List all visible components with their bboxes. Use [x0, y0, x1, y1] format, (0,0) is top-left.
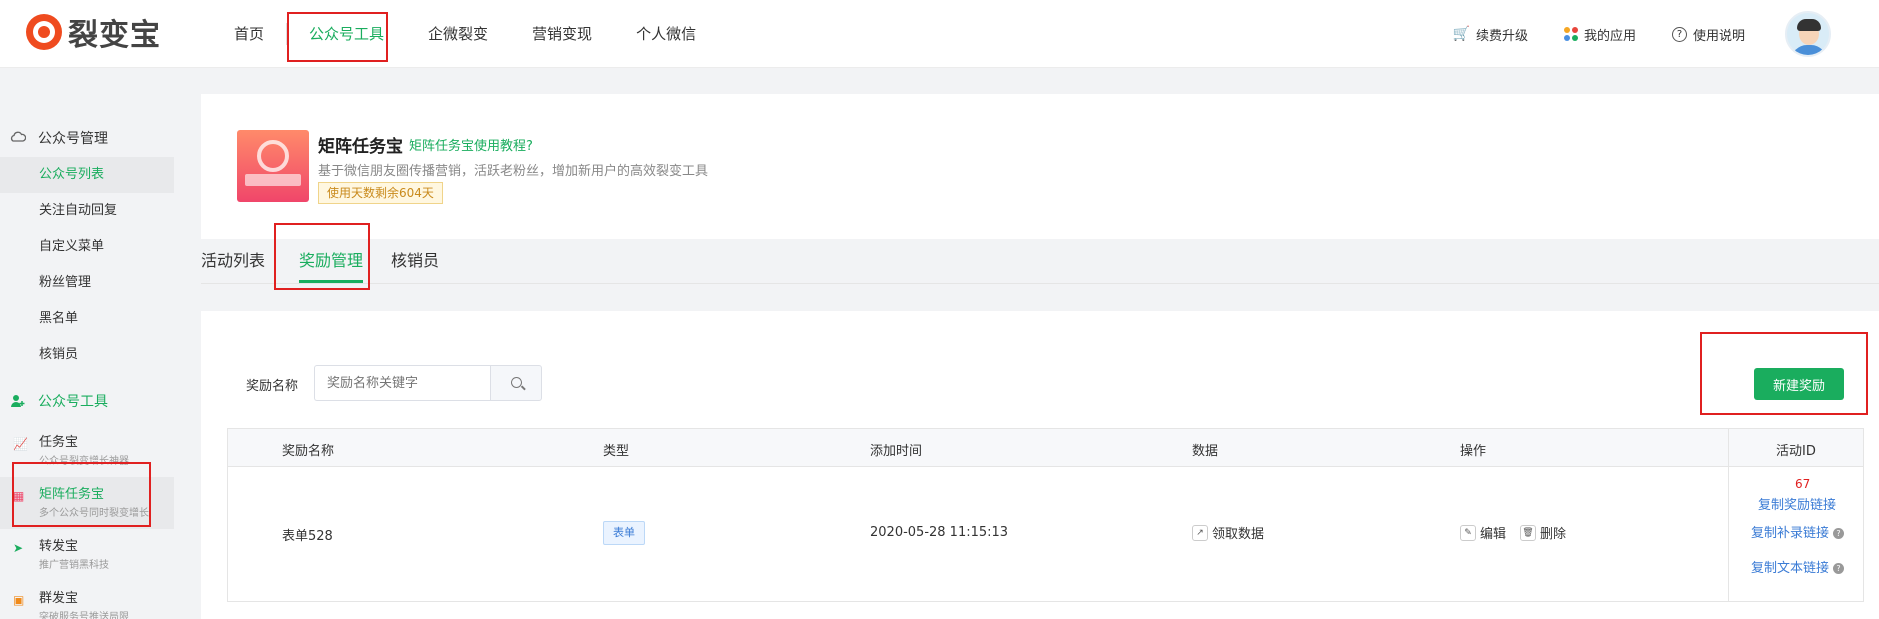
view-data-button[interactable]: ↗ 领取数据 — [1192, 523, 1264, 542]
nav-personal-wechat[interactable]: 个人微信 — [614, 15, 718, 53]
brand-name: 裂变宝 — [68, 18, 161, 53]
sidebar-tool-broadcast[interactable]: ▣ 群发宝 突破服务号推送局限 — [0, 581, 174, 619]
search-button[interactable] — [490, 365, 542, 401]
filter-label: 奖励名称 — [246, 379, 299, 394]
sidebar-group-label: 公众号工具 — [38, 394, 108, 410]
sidebar-group-label: 公众号管理 — [38, 131, 108, 147]
highlight-box-new-button — [1700, 332, 1868, 415]
copy-text-link[interactable]: 复制文本链接? — [1751, 557, 1845, 576]
app-description: 基于微信朋友圈传播营销，活跃老粉丝，增加新用户的高效裂变工具 — [318, 164, 709, 179]
copy-supplement-label: 复制补录链接 — [1751, 526, 1830, 541]
edit-button[interactable]: ✎ 编辑 — [1460, 523, 1506, 542]
column-divider — [1728, 429, 1729, 601]
avatar[interactable] — [1785, 11, 1831, 57]
tab-verifier[interactable]: 核销员 — [391, 247, 439, 283]
highlight-box-tab — [274, 223, 370, 290]
top-right-actions: 🛒 续费升级 我的应用 ? 使用说明 — [1453, 0, 1879, 68]
tool-title: 任务宝 — [39, 435, 79, 450]
matrix-task-app-icon — [237, 130, 309, 202]
header-type: 类型 — [603, 444, 630, 459]
activity-id: 67 — [1795, 477, 1811, 491]
top-bar: 裂变宝 首页 公众号工具 企微裂变 营销变现 个人微信 🛒 续费升级 我的应用 … — [0, 0, 1879, 68]
question-icon[interactable]: ? — [1833, 528, 1845, 539]
app-header: 矩阵任务宝 矩阵任务宝使用教程? 基于微信朋友圈传播营销，活跃老粉丝，增加新用户… — [201, 94, 1879, 239]
tabs: 活动列表 奖励管理 核销员 — [201, 240, 1879, 284]
tab-activity-list[interactable]: 活动列表 — [201, 247, 265, 283]
sidebar-item-fans[interactable]: 粉丝管理 — [0, 265, 174, 301]
sidebar-group-tools[interactable]: 公众号工具 — [10, 391, 108, 411]
nav-home[interactable]: 首页 — [212, 15, 286, 53]
header-activity-id: 活动ID — [1776, 444, 1816, 459]
table-header: 奖励名称 类型 添加时间 数据 操作 活动ID — [228, 429, 1863, 467]
sidebar-group-account-management[interactable]: 公众号管理 — [10, 128, 108, 148]
renew-link[interactable]: 🛒 续费升级 — [1453, 25, 1528, 44]
view-data-label: 领取数据 — [1212, 527, 1265, 542]
nav-marketing[interactable]: 营销变现 — [510, 15, 614, 53]
header-time: 添加时间 — [870, 444, 923, 459]
help-label: 使用说明 — [1692, 28, 1745, 44]
days-left-badge: 使用天数剩余604天 — [318, 182, 443, 204]
reward-search-input[interactable] — [314, 365, 490, 401]
question-icon[interactable]: ? — [1833, 563, 1845, 574]
sidebar: 公众号管理 公众号列表 关注自动回复 自定义菜单 粉丝管理 黑名单 核销员 公众… — [0, 68, 174, 619]
help-link[interactable]: ? 使用说明 — [1671, 25, 1745, 44]
sidebar-item-blacklist[interactable]: 黑名单 — [0, 301, 174, 337]
sidebar-item-account-list[interactable]: 公众号列表 — [0, 157, 174, 193]
tool-subtitle: 推广营销黑科技 — [39, 560, 109, 571]
logo-icon — [26, 14, 62, 50]
app-title: 矩阵任务宝 — [318, 137, 403, 157]
tool-subtitle: 突破服务号推送局限 — [39, 612, 129, 619]
reward-content: 奖励名称 新建奖励 奖励名称 类型 添加时间 数据 操作 活动ID 表单528 … — [201, 311, 1879, 619]
highlight-box-sidebar — [12, 462, 151, 527]
cloud-icon — [10, 130, 27, 146]
edit-label: 编辑 — [1480, 527, 1507, 542]
cell-reward-name: 表单528 — [282, 529, 333, 544]
trash-icon: 🗑 — [1520, 524, 1536, 541]
brand-logo[interactable]: 裂变宝 — [26, 10, 161, 54]
type-tag: 表单 — [603, 521, 645, 545]
tutorial-link[interactable]: 矩阵任务宝使用教程? — [409, 135, 533, 154]
header-actions: 操作 — [1460, 444, 1487, 459]
my-apps-label: 我的应用 — [1583, 28, 1636, 44]
nav-wecom-fission[interactable]: 企微裂变 — [406, 15, 510, 53]
copy-supplement-link[interactable]: 复制补录链接? — [1751, 522, 1845, 541]
tool-title: 群发宝 — [39, 591, 79, 606]
question-icon: ? — [1671, 26, 1687, 42]
user-add-icon — [10, 393, 26, 409]
chart-icon: ↗ — [1192, 524, 1208, 541]
header-reward-name: 奖励名称 — [282, 444, 335, 459]
reward-table: 奖励名称 类型 添加时间 数据 操作 活动ID 表单528 表单 2020-05… — [227, 428, 1864, 602]
renew-label: 续费升级 — [1475, 28, 1528, 44]
sidebar-item-verifier[interactable]: 核销员 — [0, 337, 174, 373]
copy-text-label: 复制文本链接 — [1751, 561, 1830, 576]
cell-time: 2020-05-28 11:15:13 — [870, 525, 1009, 540]
highlight-box-nav — [287, 12, 388, 62]
chat-icon: ▣ — [13, 593, 25, 607]
chart-icon: 📈 — [13, 437, 28, 451]
sidebar-item-custom-menu[interactable]: 自定义菜单 — [0, 229, 174, 265]
sidebar-tool-forward[interactable]: ➤ 转发宝 推广营销黑科技 — [0, 529, 174, 581]
delete-label: 删除 — [1540, 527, 1567, 542]
tool-title: 转发宝 — [39, 539, 79, 554]
sidebar-item-auto-reply[interactable]: 关注自动回复 — [0, 193, 174, 229]
send-icon: ➤ — [13, 541, 24, 555]
delete-button[interactable]: 🗑 删除 — [1520, 523, 1566, 542]
cart-icon: 🛒 — [1452, 26, 1470, 42]
header-data: 数据 — [1192, 444, 1219, 459]
edit-icon: ✎ — [1460, 524, 1476, 541]
apps-icon — [1563, 27, 1578, 41]
copy-reward-link[interactable]: 复制奖励链接 — [1758, 494, 1836, 513]
my-apps-link[interactable]: 我的应用 — [1563, 25, 1636, 44]
